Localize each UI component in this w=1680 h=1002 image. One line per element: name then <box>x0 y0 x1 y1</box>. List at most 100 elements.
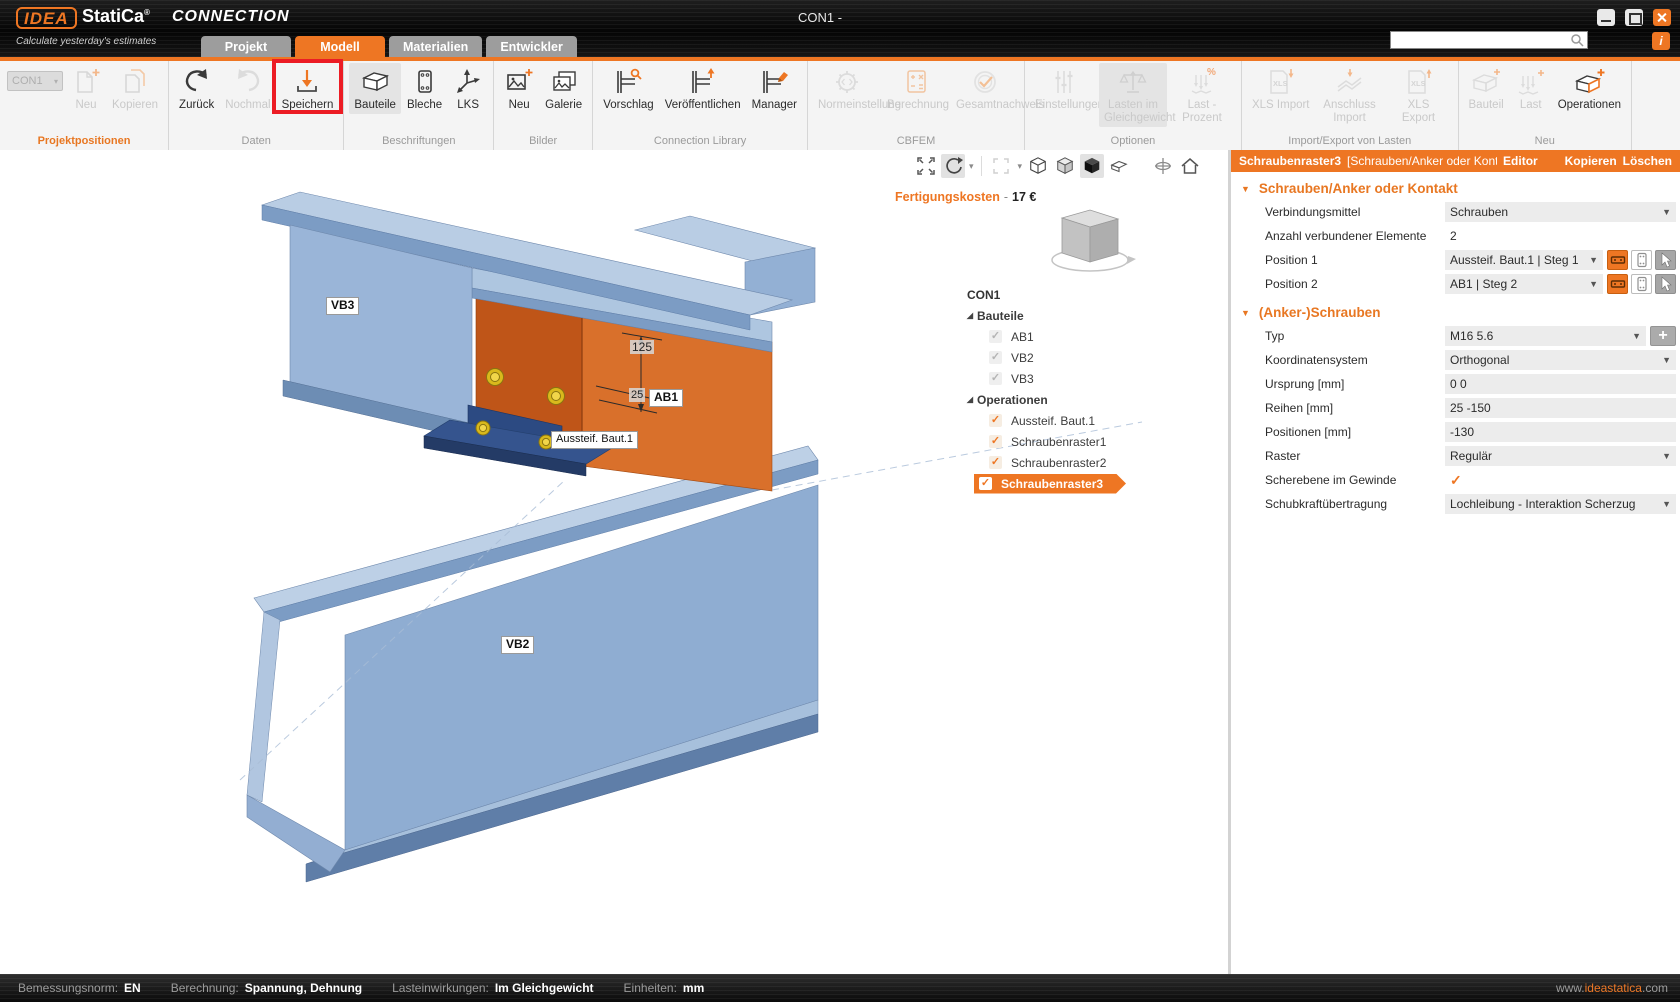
toolbar-divider <box>981 156 982 176</box>
property-label: Raster <box>1265 449 1445 463</box>
plate-front-icon <box>1610 253 1626 267</box>
checkbox-checked-icon[interactable]: ✓ <box>989 372 1002 385</box>
save-button[interactable]: Speichern <box>277 63 339 114</box>
rotate-view-button[interactable] <box>941 154 965 178</box>
tree-item-schraubenraster1[interactable]: ✓Schraubenraster1 <box>963 431 1126 452</box>
property-row-verbindungsmittel: Verbindungsmittel Schrauben▼ <box>1231 200 1680 224</box>
delete-operation-button[interactable]: Löschen <box>1623 154 1672 168</box>
navigation-cube[interactable] <box>1040 198 1140 276</box>
bauteile-toggle-button[interactable]: Bauteile <box>349 63 401 114</box>
new-image-icon <box>504 67 534 97</box>
veroeffentlichen-button[interactable]: Veröffentlichen <box>660 63 746 114</box>
plate-front-toggle[interactable] <box>1607 274 1628 294</box>
checkbox-checked-icon[interactable]: ✓ <box>989 435 1002 448</box>
bleche-button[interactable]: Bleche <box>402 63 447 114</box>
model-viewport[interactable]: ▾ ▾ Fertigungskosten-17 € VB3 AB1 Ausste <box>0 150 1228 974</box>
zoom-fit-button[interactable] <box>914 154 938 178</box>
search-input[interactable] <box>1391 33 1570 47</box>
tab-projekt[interactable]: Projekt <box>201 36 291 57</box>
beam-label-vb2[interactable]: VB2 <box>501 636 534 654</box>
minimize-button[interactable] <box>1597 9 1615 26</box>
tree-group-bauteile[interactable]: ◢Bauteile <box>963 305 1126 326</box>
undo-icon <box>180 67 214 97</box>
tree-root[interactable]: CON1 <box>963 284 1126 305</box>
property-row-koordinatensystem: Koordinatensystem Orthogonal▼ <box>1231 348 1680 372</box>
property-row-ursprung: Ursprung [mm] <box>1231 372 1680 396</box>
workplane-icon <box>1153 156 1173 176</box>
maximize-button[interactable] <box>1625 9 1643 26</box>
chevron-down-icon: ▼ <box>1662 499 1671 509</box>
manager-button[interactable]: Manager <box>747 63 802 114</box>
pick-in-scene-button[interactable] <box>1655 274 1676 294</box>
position1-select[interactable]: Aussteif. Baut.1 | Steg 1▼ <box>1445 250 1603 270</box>
workplane-button[interactable] <box>1151 154 1175 178</box>
checkbox-checked-icon[interactable]: ✓ <box>989 456 1002 469</box>
info-button[interactable]: i <box>1652 32 1670 50</box>
gallery-button[interactable]: Galerie <box>540 63 587 114</box>
positionen-input[interactable] <box>1445 422 1676 442</box>
lks-button[interactable]: LKS <box>448 63 488 114</box>
new-operation-button[interactable]: Operationen <box>1553 63 1626 114</box>
bolt-type-select[interactable]: M16 5.6▼ <box>1445 326 1646 346</box>
solid-view-button[interactable] <box>1080 154 1104 178</box>
raster-select[interactable]: Regulär▼ <box>1445 446 1676 466</box>
shaded-view-button[interactable] <box>1053 154 1077 178</box>
selected-banner[interactable]: ✓ Schraubenraster3 <box>974 474 1126 494</box>
vorschlag-button[interactable]: Vorschlag <box>598 63 659 114</box>
section-anker-schrauben[interactable]: ▼ (Anker-)Schrauben <box>1241 305 1680 320</box>
chevron-down-icon[interactable]: ▾ <box>1017 161 1022 172</box>
transparent-view-button[interactable] <box>1107 154 1131 178</box>
collapse-icon[interactable]: ◢ <box>963 311 977 320</box>
svg-text:XLS: XLS <box>1273 79 1288 88</box>
pick-in-scene-button[interactable] <box>1655 250 1676 270</box>
tree-item-vb2[interactable]: ✓VB2 <box>963 347 1126 368</box>
plate-front-toggle[interactable] <box>1607 250 1628 270</box>
dimension-25: 25 <box>629 388 645 402</box>
checkbox-checked-icon[interactable]: ✓ <box>989 351 1002 364</box>
normeinstellung-button: Normeinstellung <box>813 63 881 114</box>
home-view-button[interactable] <box>1178 154 1202 178</box>
wireframe-view-button[interactable] <box>1026 154 1050 178</box>
copy-operation-button[interactable]: Kopieren <box>1565 154 1617 168</box>
undo-button[interactable]: Zurück <box>174 63 219 114</box>
section-schrauben-anker[interactable]: ▼ Schrauben/Anker oder Kontakt <box>1241 181 1680 196</box>
property-row-schubkraft: Schubkraftübertragung Lochleibung - Inte… <box>1231 492 1680 516</box>
new-bauteil-button: Bauteil <box>1464 63 1509 114</box>
ursprung-input[interactable] <box>1445 374 1676 394</box>
tree-item-ab1[interactable]: ✓AB1 <box>963 326 1126 347</box>
verbindungsmittel-select[interactable]: Schrauben▼ <box>1445 202 1676 222</box>
checkbox-checked-icon[interactable]: ✓ <box>989 330 1002 343</box>
add-bolt-type-button[interactable]: + <box>1650 326 1676 346</box>
tree-group-operationen[interactable]: ◢Operationen <box>963 389 1126 410</box>
plate-side-toggle[interactable] <box>1631 274 1652 294</box>
schubkraft-select[interactable]: Lochleibung - Interaktion Scherzug▼ <box>1445 494 1676 514</box>
editor-button[interactable]: Editor <box>1503 154 1538 168</box>
plate-label-ab1[interactable]: AB1 <box>649 389 683 407</box>
dimension-125: 125 <box>630 340 654 354</box>
website-link[interactable]: www.ideastatica.com <box>1556 981 1668 995</box>
close-button[interactable] <box>1653 9 1671 26</box>
checkbox-checked-icon[interactable]: ✓ <box>989 414 1002 427</box>
tab-entwickler[interactable]: Entwickler <box>486 36 577 57</box>
tab-materialien[interactable]: Materialien <box>389 36 482 57</box>
new-image-button[interactable]: Neu <box>499 63 539 114</box>
plate-side-toggle[interactable] <box>1631 250 1652 270</box>
stiffener-label[interactable]: Aussteif. Baut.1 <box>551 431 638 449</box>
chevron-down-icon[interactable]: ▾ <box>969 161 974 172</box>
project-item-combo[interactable]: CON1 ▾ <box>7 71 63 91</box>
tree-item-vb3[interactable]: ✓VB3 <box>963 368 1126 389</box>
beam-label-vb3[interactable]: VB3 <box>326 297 359 315</box>
checkbox-checked-icon[interactable]: ✓ <box>979 477 992 490</box>
tab-modell[interactable]: Modell <box>295 36 385 57</box>
tree-item-aussteif[interactable]: ✓Aussteif. Baut.1 <box>963 410 1126 431</box>
position2-select[interactable]: AB1 | Steg 2▼ <box>1445 274 1603 294</box>
reihen-input[interactable] <box>1445 398 1676 418</box>
status-einheiten: Einheiten:mm <box>624 981 705 995</box>
tree-item-schraubenraster3-selected[interactable]: ✓ Schraubenraster3 <box>963 473 1126 494</box>
collapse-icon[interactable]: ◢ <box>963 395 977 404</box>
property-label: Verbindungsmittel <box>1265 205 1445 219</box>
checkbox-checked-icon[interactable]: ✓ <box>1445 472 1462 489</box>
koordinatensystem-select[interactable]: Orthogonal▼ <box>1445 350 1676 370</box>
tree-item-schraubenraster2[interactable]: ✓Schraubenraster2 <box>963 452 1126 473</box>
last-prozent-button: % Last - Prozent <box>1168 63 1236 127</box>
